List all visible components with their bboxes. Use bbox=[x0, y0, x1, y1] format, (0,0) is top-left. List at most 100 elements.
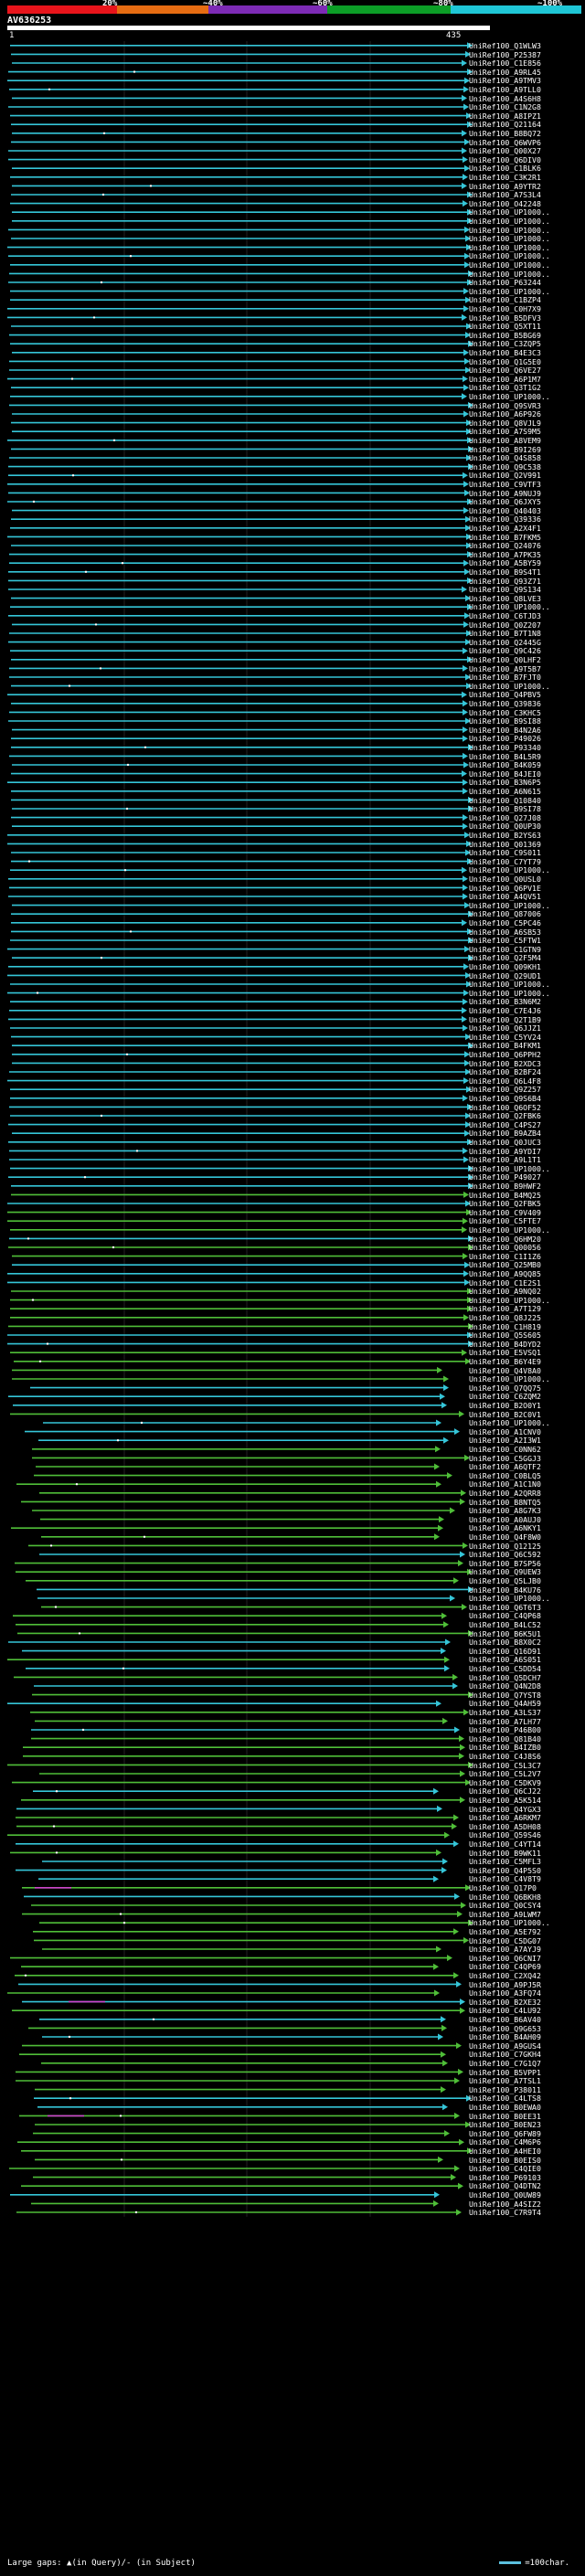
hit-link[interactable]: UniRef100_Q8J225 bbox=[469, 1314, 541, 1321]
hit-link[interactable]: UniRef100_Q6VE27 bbox=[469, 366, 541, 374]
hit-link[interactable]: UniRef100_Q1G5E0 bbox=[469, 357, 541, 365]
hit-link[interactable]: UniRef100_B9SI88 bbox=[469, 717, 541, 725]
hit-link[interactable]: UniRef100_A7PK35 bbox=[469, 551, 541, 558]
hit-link[interactable]: UniRef100_Q6T6T3 bbox=[469, 1604, 541, 1611]
hit-link[interactable]: UniRef100_UP1000.. bbox=[469, 288, 550, 295]
hit-link[interactable]: UniRef100_UP1000.. bbox=[469, 981, 550, 988]
hit-link[interactable]: UniRef100_Q0UP30 bbox=[469, 822, 541, 830]
hit-link[interactable]: UniRef100_C4QIE0 bbox=[469, 2165, 541, 2172]
hit-link[interactable]: UniRef100_UP1000.. bbox=[469, 235, 550, 242]
hit-link[interactable]: UniRef100_A9QQ85 bbox=[469, 1270, 541, 1277]
hit-link[interactable]: UniRef100_Q6L4F8 bbox=[469, 1077, 541, 1085]
hit-link[interactable]: UniRef100_C4LTS8 bbox=[469, 2094, 541, 2102]
hit-link[interactable]: UniRef100_A5DH08 bbox=[469, 1823, 541, 1830]
hit-link[interactable]: UniRef100_Q2V991 bbox=[469, 472, 541, 479]
hit-link[interactable]: UniRef100_C4PS27 bbox=[469, 1121, 541, 1129]
hit-link[interactable]: UniRef100_B2BF24 bbox=[469, 1068, 541, 1076]
hit-link[interactable]: UniRef100_A9L1T1 bbox=[469, 1156, 541, 1163]
hit-link[interactable]: UniRef100_C4V8T9 bbox=[469, 1875, 541, 1882]
hit-link[interactable]: UniRef100_Q12125 bbox=[469, 1542, 541, 1549]
hit-link[interactable]: UniRef100_P25387 bbox=[469, 50, 541, 58]
hit-link[interactable]: UniRef100_A6P926 bbox=[469, 410, 541, 418]
hit-link[interactable]: UniRef100_A4S6H8 bbox=[469, 94, 541, 101]
hit-link[interactable]: UniRef100_C1E2S1 bbox=[469, 1278, 541, 1286]
hit-link[interactable]: UniRef100_C1GTN9 bbox=[469, 946, 541, 953]
hit-link[interactable]: UniRef100_UP1000.. bbox=[469, 208, 550, 216]
hit-link[interactable]: UniRef100_P49027 bbox=[469, 1173, 541, 1181]
hit-link[interactable]: UniRef100_C1E856 bbox=[469, 59, 541, 67]
hit-link[interactable]: UniRef100_A9TMV3 bbox=[469, 77, 541, 84]
hit-link[interactable]: UniRef100_Q9Z257 bbox=[469, 1086, 541, 1093]
hit-link[interactable]: UniRef100_B0EE31 bbox=[469, 2112, 541, 2119]
hit-link[interactable]: UniRef100_C5GGJ3 bbox=[469, 1454, 541, 1461]
hit-link[interactable]: UniRef100_Q93Z71 bbox=[469, 577, 541, 584]
hit-link[interactable]: UniRef100_A6S051 bbox=[469, 1656, 541, 1663]
hit-link[interactable]: UniRef100_Q0LHF2 bbox=[469, 656, 541, 663]
hit-link[interactable]: UniRef100_Q4P5S0 bbox=[469, 1867, 541, 1874]
hit-link[interactable]: UniRef100_C3K2R1 bbox=[469, 174, 541, 181]
hit-link[interactable]: UniRef100_UP1000.. bbox=[469, 217, 550, 225]
hit-link[interactable]: UniRef100_B8X0C2 bbox=[469, 1638, 541, 1646]
hit-link[interactable]: UniRef100_B4AH09 bbox=[469, 2033, 541, 2041]
hit-link[interactable]: UniRef100_A5E792 bbox=[469, 1928, 541, 1935]
hit-link[interactable]: UniRef100_B9S4T1 bbox=[469, 568, 541, 576]
hit-link[interactable]: UniRef100_C5FTE7 bbox=[469, 1217, 541, 1224]
hit-link[interactable]: UniRef100_C7G1Q7 bbox=[469, 2060, 541, 2067]
hit-link[interactable]: UniRef100_B4E3C3 bbox=[469, 349, 541, 356]
hit-link[interactable]: UniRef100_B4IZB0 bbox=[469, 1744, 541, 1751]
hit-link[interactable]: UniRef100_Q6JXY5 bbox=[469, 498, 541, 505]
hit-link[interactable]: UniRef100_Q0CSY4 bbox=[469, 1902, 541, 1909]
hit-link[interactable]: UniRef100_C1I1Z6 bbox=[469, 1253, 541, 1260]
hit-link[interactable]: UniRef100_Q5XT11 bbox=[469, 323, 541, 330]
hit-link[interactable]: UniRef100_Q7QQ75 bbox=[469, 1384, 541, 1392]
hit-link[interactable]: UniRef100_Q4N2D8 bbox=[469, 1682, 541, 1690]
hit-link[interactable]: UniRef100_C5MFL3 bbox=[469, 1858, 541, 1865]
hit-link[interactable]: UniRef100_A9RL45 bbox=[469, 69, 541, 76]
hit-link[interactable]: UniRef100_A9LWM7 bbox=[469, 1911, 541, 1918]
hit-link[interactable]: UniRef100_A9T5B7 bbox=[469, 664, 541, 672]
hit-link[interactable]: UniRef100_A9PJ5R bbox=[469, 1980, 541, 1988]
hit-link[interactable]: UniRef100_A7S3L4 bbox=[469, 191, 541, 198]
hit-link[interactable]: UniRef100_A5BY59 bbox=[469, 559, 541, 567]
hit-link[interactable]: UniRef100_Q09KH1 bbox=[469, 963, 541, 970]
hit-link[interactable]: UniRef100_Q4S858 bbox=[469, 454, 541, 461]
hit-link[interactable]: UniRef100_C2XQ42 bbox=[469, 1972, 541, 1979]
hit-link[interactable]: UniRef100_A4SIZ2 bbox=[469, 2200, 541, 2207]
hit-link[interactable]: UniRef100_C1N2G8 bbox=[469, 103, 541, 111]
hit-link[interactable]: UniRef100_Q1WLW3 bbox=[469, 42, 541, 49]
hit-link[interactable]: UniRef100_Q0JUC3 bbox=[469, 1139, 541, 1146]
hit-link[interactable]: UniRef100_P69103 bbox=[469, 2174, 541, 2181]
hit-link[interactable]: UniRef100_B4N2A6 bbox=[469, 726, 541, 734]
hit-link[interactable]: UniRef100_Q2445G bbox=[469, 639, 541, 646]
hit-link[interactable]: UniRef100_UP1000.. bbox=[469, 1226, 550, 1234]
hit-link[interactable]: UniRef100_UP1000.. bbox=[469, 252, 550, 260]
hit-link[interactable]: UniRef100_B7FKM5 bbox=[469, 533, 541, 540]
hit-link[interactable]: UniRef100_Q8VJL9 bbox=[469, 419, 541, 427]
hit-link[interactable]: UniRef100_C3ZQP5 bbox=[469, 340, 541, 347]
hit-link[interactable]: UniRef100_Q6C592 bbox=[469, 1551, 541, 1558]
hit-link[interactable]: UniRef100_Q0Z207 bbox=[469, 620, 541, 628]
hit-link[interactable]: UniRef100_B4KU76 bbox=[469, 1585, 541, 1593]
hit-link[interactable]: UniRef100_UP1000.. bbox=[469, 1375, 550, 1383]
hit-link[interactable]: UniRef100_B7T1N8 bbox=[469, 630, 541, 637]
hit-link[interactable]: UniRef100_UP1000.. bbox=[469, 1165, 550, 1172]
hit-link[interactable]: UniRef100_Q4F8W0 bbox=[469, 1533, 541, 1541]
hit-link[interactable]: UniRef100_A2X4F1 bbox=[469, 525, 541, 532]
hit-link[interactable]: UniRef100_B4JEI0 bbox=[469, 770, 541, 778]
hit-link[interactable]: UniRef100_UP1000.. bbox=[469, 244, 550, 251]
hit-link[interactable]: UniRef100_Q25MB0 bbox=[469, 1261, 541, 1268]
hit-link[interactable]: UniRef100_C5DD54 bbox=[469, 1665, 541, 1672]
hit-link[interactable]: UniRef100_C4QP68 bbox=[469, 1612, 541, 1619]
hit-link[interactable]: UniRef100_B3N6M2 bbox=[469, 998, 541, 1005]
hit-link[interactable]: UniRef100_B4L5R9 bbox=[469, 752, 541, 759]
hit-link[interactable]: UniRef100_A6QTF2 bbox=[469, 1463, 541, 1470]
hit-link[interactable]: UniRef100_C0NN62 bbox=[469, 1446, 541, 1453]
hit-link[interactable]: UniRef100_A4HEI0 bbox=[469, 2147, 541, 2155]
hit-link[interactable]: UniRef100_B9I269 bbox=[469, 445, 541, 452]
hit-link[interactable]: UniRef100_Q6DIV0 bbox=[469, 156, 541, 164]
hit-link[interactable]: UniRef100_Q6PV1E bbox=[469, 884, 541, 891]
hit-link[interactable]: UniRef100_A1CNV0 bbox=[469, 1428, 541, 1436]
hit-link[interactable]: UniRef100_UP1000.. bbox=[469, 603, 550, 610]
hit-link[interactable]: UniRef100_B2O0Y1 bbox=[469, 1402, 541, 1409]
hit-link[interactable]: UniRef100_Q5DCH7 bbox=[469, 1673, 541, 1680]
